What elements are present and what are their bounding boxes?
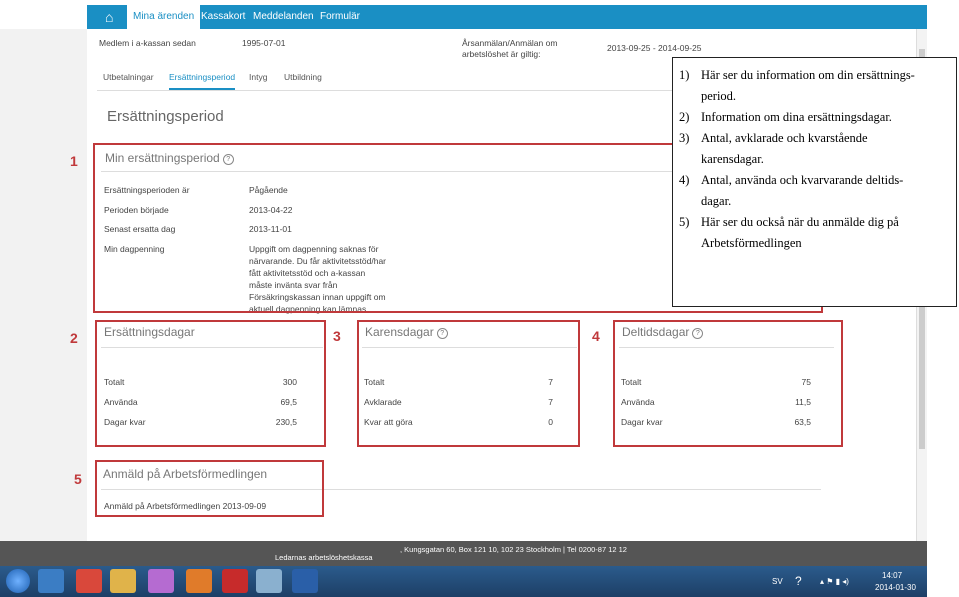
tab-formular[interactable]: Formulär bbox=[314, 5, 366, 29]
start-button[interactable] bbox=[6, 569, 30, 593]
word-icon[interactable] bbox=[292, 569, 318, 593]
clock-date[interactable]: 2014-01-30 bbox=[875, 582, 916, 594]
clock-time[interactable]: 14:07 bbox=[882, 570, 902, 582]
annotation-item: 4) Antal, använda och kvarvarande deltids… bbox=[679, 173, 904, 208]
highlight-box-5 bbox=[95, 460, 324, 517]
marker-3: 3 bbox=[333, 328, 341, 344]
app-icon[interactable] bbox=[148, 569, 174, 593]
folder-icon[interactable] bbox=[110, 569, 136, 593]
member-since-value: 1995-07-01 bbox=[242, 38, 286, 48]
highlight-box-4 bbox=[613, 320, 843, 447]
windows-taskbar: SV ? ▴ ⚑ ▮ ◂) 14:07 2014-01-30 bbox=[0, 566, 927, 597]
language-indicator[interactable]: SV bbox=[772, 566, 783, 597]
left-margin bbox=[0, 29, 87, 541]
subtab-ersattningsperiod[interactable]: Ersättningsperiod bbox=[169, 66, 236, 90]
subtab-intyg[interactable]: Intyg bbox=[249, 66, 267, 88]
period-label-line1: Årsanmälan/Anmälan om bbox=[462, 38, 558, 48]
outlook-icon[interactable] bbox=[186, 569, 212, 593]
marker-4: 4 bbox=[592, 328, 600, 344]
subtab-utbildning[interactable]: Utbildning bbox=[284, 66, 322, 88]
pdf-icon[interactable] bbox=[222, 569, 248, 593]
tab-kassakort[interactable]: Kassakort bbox=[195, 5, 251, 29]
subtab-utbetalningar[interactable]: Utbetalningar bbox=[103, 66, 154, 88]
annotation-item: 5) Här ser du också när du anmälde dig på… bbox=[679, 215, 899, 250]
app-icon[interactable] bbox=[256, 569, 282, 593]
annotation-box: 1) Här ser du information om din ersättni… bbox=[672, 57, 957, 307]
highlight-box-2 bbox=[95, 320, 326, 447]
top-nav: ⌂ Mina ärenden Kassakort Meddelanden For… bbox=[87, 5, 927, 29]
tab-meddelanden[interactable]: Meddelanden bbox=[247, 5, 320, 29]
member-since-label: Medlem i a-kassan sedan bbox=[99, 38, 196, 48]
marker-2: 2 bbox=[70, 330, 78, 346]
page-title: Ersättningsperiod bbox=[107, 108, 224, 125]
period-label-line2: arbetslöshet är giltig: bbox=[462, 49, 541, 59]
period-value: 2013-09-25 - 2014-09-25 bbox=[607, 43, 702, 53]
marker-5: 5 bbox=[74, 471, 82, 487]
footer-org: Ledarnas arbetslöshetskassa bbox=[275, 553, 373, 562]
annotation-item: 2) Information om dina ersättningsdagar. bbox=[679, 110, 892, 124]
home-icon[interactable]: ⌂ bbox=[105, 9, 121, 25]
tab-mina-arenden[interactable]: Mina ärenden bbox=[127, 5, 201, 29]
marker-1: 1 bbox=[70, 153, 78, 169]
annotation-item: 1) Här ser du information om din ersättni… bbox=[679, 68, 915, 103]
ie-icon[interactable] bbox=[38, 569, 64, 593]
help-icon[interactable]: ? bbox=[795, 566, 802, 597]
site-footer: Ledarnas arbetslöshetskassa , Kungsgatan… bbox=[0, 541, 927, 566]
annotation-item: 3) Antal, avklarade och kvarstående karens… bbox=[679, 131, 868, 166]
tray-icons[interactable]: ▴ ⚑ ▮ ◂) bbox=[820, 566, 849, 597]
highlight-box-3 bbox=[357, 320, 580, 447]
chrome-icon[interactable] bbox=[76, 569, 102, 593]
footer-address: , Kungsgatan 60, Box 121 10, 102 23 Stoc… bbox=[400, 545, 627, 554]
